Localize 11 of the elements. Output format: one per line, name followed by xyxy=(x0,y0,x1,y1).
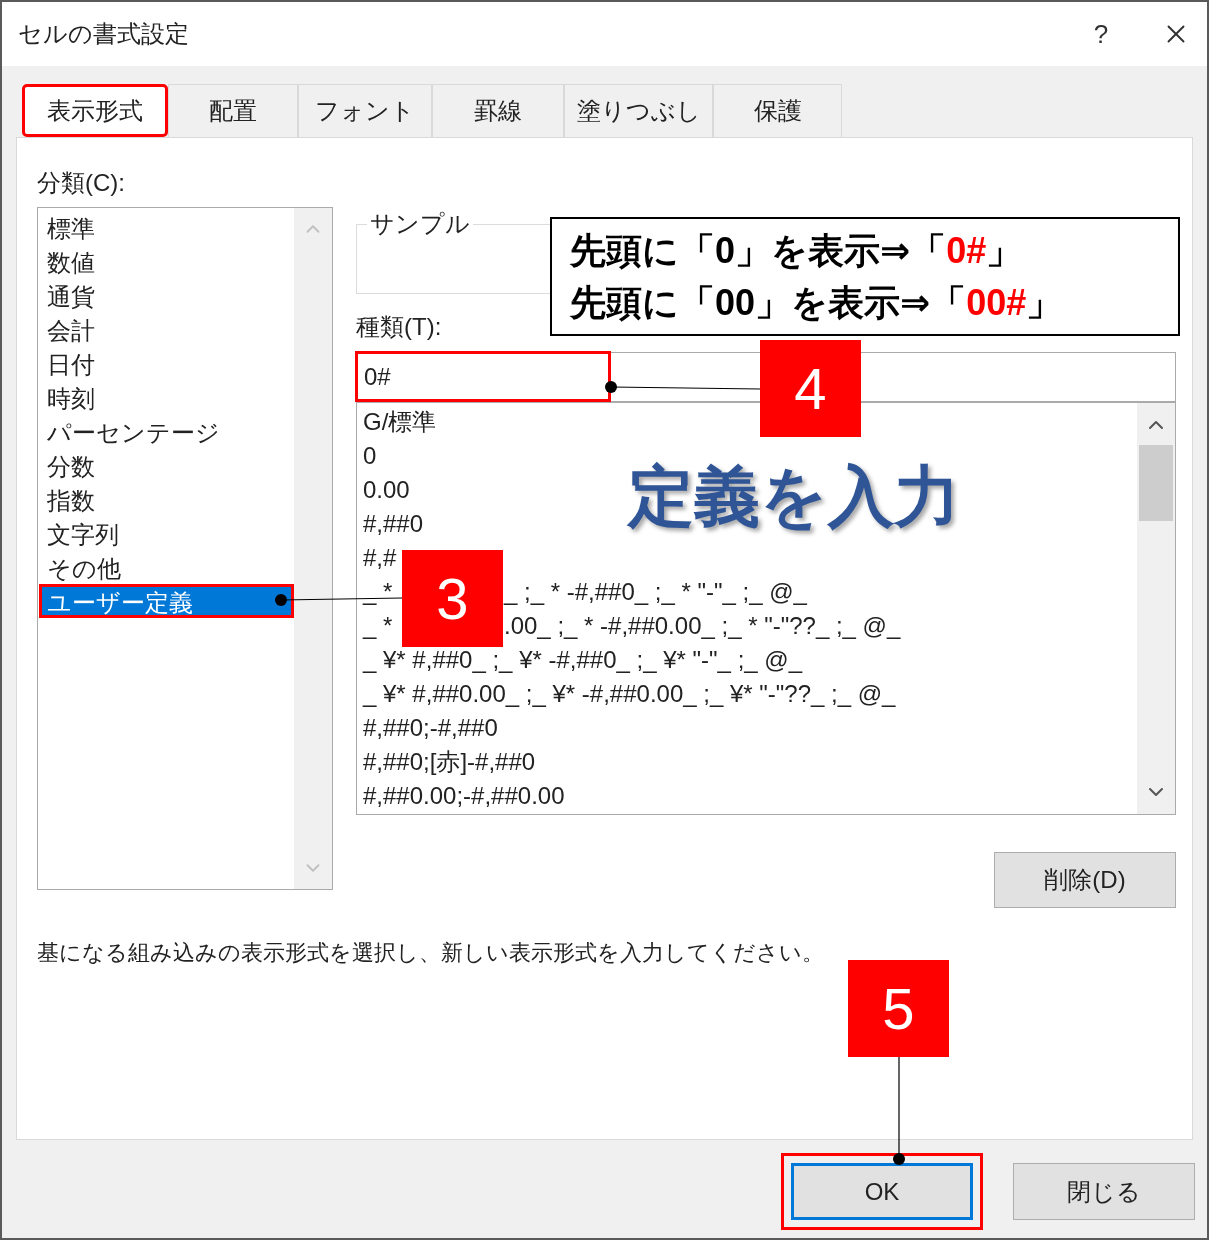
callout-text: 先頭に「00」を表示⇒「00#」 xyxy=(570,281,1064,325)
description-text: 基になる組み込みの表示形式を選択し、新しい表示形式を入力してください。 xyxy=(37,939,825,967)
window-title: セルの書式設定 xyxy=(18,19,190,49)
sample-legend: サンプル xyxy=(367,208,473,240)
step-number-tooltip: 5 xyxy=(848,960,949,1057)
category-label: 分類(C): xyxy=(37,168,126,198)
type-label: 種類(T): xyxy=(356,312,443,342)
headline-text: 定義を入力 xyxy=(628,460,960,533)
step-number-tooltip: 3 xyxy=(402,550,503,647)
step-number-tooltip: 4 xyxy=(760,340,861,437)
callout-text: 先頭に「0」を表示⇒「0#」 xyxy=(570,229,1024,273)
